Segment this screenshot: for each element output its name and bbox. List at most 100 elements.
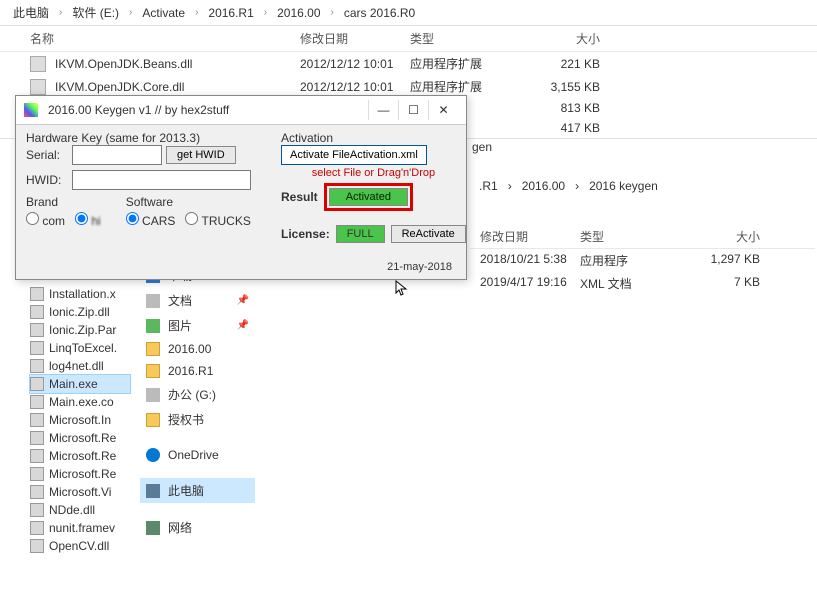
list-item[interactable]: Main.exe: [30, 375, 130, 393]
bc-item[interactable]: 2016.00: [277, 6, 320, 20]
folder-icon: [146, 342, 160, 356]
activate-file-button[interactable]: Activate FileActivation.xml: [281, 145, 427, 165]
list-item[interactable]: log4net.dll: [30, 357, 130, 375]
list-item[interactable]: Main.exe.co: [30, 393, 130, 411]
brand-radio-1[interactable]: com: [26, 212, 65, 228]
bc-sep: ›: [264, 7, 267, 18]
file-list-left: Installation.x Ionic.Zip.dll Ionic.Zip.P…: [30, 285, 130, 555]
sidebar-item-drive[interactable]: 办公 (G:): [140, 382, 255, 407]
file-icon: [30, 413, 44, 427]
file-size: 813 KB: [520, 101, 600, 115]
col-size[interactable]: 大小: [520, 30, 600, 47]
sidebar-item-pictures[interactable]: 图片📌: [140, 313, 255, 338]
explorer-pane-right: .R1› 2016.00› 2016 keygen 修改日期 类型 大小 201…: [470, 175, 815, 295]
table-row[interactable]: 2018/10/21 5:38 应用程序 1,297 KB: [470, 249, 815, 272]
bc-sep: ›: [331, 7, 334, 18]
list-item[interactable]: NDde.dll: [30, 501, 130, 519]
column-headers: 修改日期 类型 大小: [470, 225, 815, 249]
sidebar-item-onedrive[interactable]: OneDrive: [140, 444, 255, 466]
file-icon: [30, 539, 44, 553]
app-icon: [24, 103, 38, 117]
file-icon: [30, 359, 44, 373]
bc-item[interactable]: cars 2016.R0: [344, 6, 415, 20]
file-icon: [30, 323, 44, 337]
file-size: 417 KB: [520, 121, 600, 135]
list-item[interactable]: Microsoft.Re: [30, 465, 130, 483]
col-date[interactable]: 修改日期: [480, 228, 580, 245]
file-icon: [30, 79, 46, 95]
bc-item[interactable]: Activate: [142, 6, 185, 20]
selectfile-hint: select File or Drag'n'Drop: [281, 167, 466, 179]
titlebar[interactable]: 2016.00 Keygen v1 // by hex2stuff — ☐ ✕: [16, 96, 466, 125]
build-date: 21-may-2018: [387, 261, 452, 273]
bc-item[interactable]: 2016 keygen: [589, 179, 658, 193]
file-size: 7 KB: [680, 275, 760, 292]
serial-input[interactable]: [72, 145, 162, 165]
sidebar-item-thispc[interactable]: 此电脑: [140, 478, 255, 503]
col-date[interactable]: 修改日期: [300, 30, 410, 47]
file-name: IKVM.OpenJDK.Core.dll: [55, 80, 300, 94]
pin-icon: 📌: [237, 320, 249, 331]
bc-item[interactable]: 此电脑: [13, 4, 49, 21]
documents-icon: [146, 294, 160, 308]
file-name: Main.exe.co: [49, 395, 114, 409]
sidebar-item-network[interactable]: 网络: [140, 515, 255, 540]
file-size: 1,297 KB: [680, 252, 760, 269]
list-item[interactable]: Microsoft.Re: [30, 447, 130, 465]
network-icon: [146, 521, 160, 535]
file-icon: [30, 287, 44, 301]
list-item[interactable]: nunit.framev: [30, 519, 130, 537]
file-size: 3,155 KB: [520, 80, 600, 94]
list-item[interactable]: LinqToExcel.: [30, 339, 130, 357]
col-type[interactable]: 类型: [410, 30, 520, 47]
sidebar-item-label: 2016.00: [168, 342, 211, 356]
bc-item[interactable]: 2016.00: [522, 179, 565, 193]
list-item[interactable]: Installation.x: [30, 285, 130, 303]
brand-radio-2[interactable]: hi: [75, 212, 101, 228]
bc-item[interactable]: .R1: [479, 179, 498, 193]
bc-sep: ›: [575, 179, 579, 193]
list-item[interactable]: OpenCV.dll: [30, 537, 130, 555]
bc-item[interactable]: 2016.R1: [208, 6, 253, 20]
software-radio-cars[interactable]: CARS: [126, 212, 176, 228]
file-name: Microsoft.Re: [49, 449, 116, 463]
sidebar-item-folder[interactable]: 2016.00: [140, 338, 255, 360]
col-type[interactable]: 类型: [580, 228, 680, 245]
column-headers: 名称 修改日期 类型 大小: [0, 26, 817, 52]
list-item[interactable]: Microsoft.Re: [30, 429, 130, 447]
list-item[interactable]: Ionic.Zip.Par: [30, 321, 130, 339]
list-item[interactable]: Microsoft.In: [30, 411, 130, 429]
mouse-cursor-icon: [395, 280, 411, 296]
sidebar-item-folder[interactable]: 授权书: [140, 407, 255, 432]
bc-sep: ›: [195, 7, 198, 18]
restore-button[interactable]: ☐: [398, 100, 428, 120]
sidebar-item-label: 网络: [168, 519, 192, 536]
breadcrumb-secondary: .R1› 2016.00› 2016 keygen: [470, 175, 815, 197]
hwid-input[interactable]: [72, 170, 251, 190]
list-item[interactable]: Ionic.Zip.dll: [30, 303, 130, 321]
text-fragment: gen: [472, 140, 492, 154]
minimize-button[interactable]: —: [368, 100, 398, 120]
close-button[interactable]: ✕: [428, 100, 458, 120]
software-radio-trucks[interactable]: TRUCKS: [185, 212, 250, 228]
file-icon: [30, 56, 46, 72]
file-icon: [30, 431, 44, 445]
list-item[interactable]: Microsoft.Vi: [30, 483, 130, 501]
reactivate-button[interactable]: ReActivate: [391, 225, 466, 243]
sidebar-item-documents[interactable]: 文档📌: [140, 288, 255, 313]
sidebar-item-folder[interactable]: 2016.R1: [140, 360, 255, 382]
table-row[interactable]: IKVM.OpenJDK.Beans.dll 2012/12/12 10:01 …: [0, 52, 817, 75]
file-name: Microsoft.In: [49, 413, 111, 427]
bc-item[interactable]: 软件 (E:): [72, 4, 119, 21]
table-row[interactable]: 2019/4/17 19:16 XML 文档 7 KB: [470, 272, 815, 295]
col-name[interactable]: 名称: [30, 30, 300, 47]
col-size[interactable]: 大小: [680, 228, 760, 245]
brand-label: Brand: [26, 195, 101, 209]
file-type: XML 文档: [580, 275, 680, 292]
file-icon: [30, 377, 44, 391]
get-hwid-button[interactable]: get HWID: [166, 146, 236, 164]
file-name: Microsoft.Vi: [49, 485, 111, 499]
breadcrumb: 此电脑› 软件 (E:)› Activate› 2016.R1› 2016.00…: [0, 0, 817, 26]
license-full-badge: FULL: [336, 225, 385, 243]
file-name: nunit.framev: [49, 521, 115, 535]
